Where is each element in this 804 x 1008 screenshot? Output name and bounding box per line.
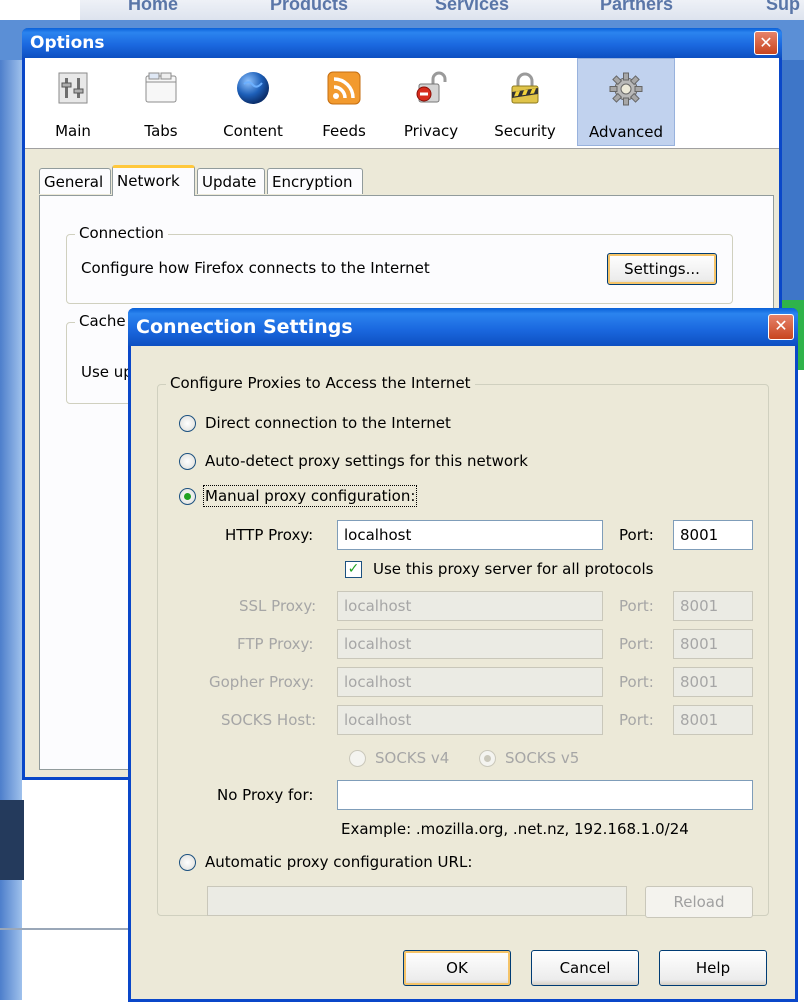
socks-port-input[interactable]: 8001: [673, 705, 753, 735]
connection-legend: Connection: [75, 224, 168, 242]
background-left-dark-block: [0, 800, 24, 880]
auto-config-url-input[interactable]: [207, 886, 627, 916]
toolbar-feeds-label: Feeds: [322, 122, 366, 140]
tab-encryption[interactable]: Encryption: [267, 168, 363, 194]
close-icon: ✕: [774, 316, 788, 335]
options-title: Options: [30, 33, 105, 53]
auto-config-url-radio[interactable]: [179, 854, 196, 871]
bg-nav-home[interactable]: Home: [128, 0, 178, 15]
toolbar-security-label: Security: [494, 122, 556, 140]
auto-detect-label[interactable]: Auto-detect proxy settings for this netw…: [205, 452, 528, 470]
toolbar-main-label: Main: [55, 122, 91, 140]
bg-nav-products[interactable]: Products: [270, 0, 348, 15]
toolbar-security[interactable]: Security: [483, 58, 567, 146]
use-for-all-label[interactable]: Use this proxy server for all protocols: [373, 560, 653, 578]
toolbar-privacy-label: Privacy: [403, 122, 459, 140]
gopher-port-label: Port:: [619, 673, 654, 691]
socks-host-input[interactable]: localhost: [337, 705, 603, 735]
bg-nav-services[interactable]: Services: [435, 0, 509, 15]
gear-icon: [609, 72, 643, 106]
toolbar-content-label: Content: [223, 122, 283, 140]
auto-config-url-label[interactable]: Automatic proxy configuration URL:: [205, 853, 472, 871]
options-titlebar[interactable]: Options ✕: [22, 28, 782, 58]
proxy-group-legend: Configure Proxies to Access the Internet: [166, 374, 475, 392]
ftp-port-label: Port:: [619, 635, 654, 653]
toolbar-tabs-label: Tabs: [144, 122, 178, 140]
toolbar-advanced-label: Advanced: [588, 123, 664, 141]
toolbar-content[interactable]: Content: [211, 58, 295, 146]
manual-proxy-radio[interactable]: [179, 488, 196, 505]
socks-host-label: SOCKS Host:: [221, 711, 317, 729]
no-proxy-input[interactable]: [337, 780, 753, 810]
ok-button[interactable]: OK: [403, 950, 511, 986]
socks-v5-radio[interactable]: [479, 750, 496, 767]
cancel-button[interactable]: Cancel: [531, 950, 639, 986]
tabs-icon: [145, 72, 177, 103]
gopher-port-input[interactable]: 8001: [673, 667, 753, 697]
connection-settings-title: Connection Settings: [136, 316, 353, 338]
options-close-button[interactable]: ✕: [754, 31, 778, 55]
use-for-all-checkbox[interactable]: ✓: [345, 561, 362, 578]
http-proxy-input[interactable]: localhost: [337, 520, 603, 550]
connection-settings-button[interactable]: Settings...: [607, 253, 717, 285]
main-icon: [58, 72, 88, 104]
toolbar-main[interactable]: Main: [35, 58, 111, 146]
connection-groupbox: Connection Configure how Firefox connect…: [66, 224, 733, 304]
auto-detect-radio[interactable]: [179, 453, 196, 470]
socks-v4-label[interactable]: SOCKS v4: [375, 749, 449, 767]
manual-proxy-label[interactable]: Manual proxy configuration:: [202, 485, 418, 507]
toolbar-tabs[interactable]: Tabs: [123, 58, 199, 146]
bg-nav-partners[interactable]: Partners: [600, 0, 673, 15]
http-port-input[interactable]: 8001: [673, 520, 753, 550]
globe-icon: [237, 72, 269, 104]
privacy-lock-icon: [416, 71, 447, 103]
background-nav-bar: Home Products Services Partners Sup: [80, 0, 804, 20]
ssl-port-label: Port:: [619, 597, 654, 615]
ftp-proxy-label: FTP Proxy:: [237, 635, 314, 653]
cache-text: Use up: [81, 363, 133, 381]
options-category-toolbar: Main Tabs Content Feeds Privacy Security…: [25, 58, 779, 149]
socks-v5-label[interactable]: SOCKS v5: [505, 749, 579, 767]
security-padlock-icon: [511, 72, 539, 104]
reload-button[interactable]: Reload: [645, 886, 753, 918]
tab-network[interactable]: Network: [112, 165, 195, 196]
http-proxy-label: HTTP Proxy:: [225, 526, 314, 544]
ftp-proxy-input[interactable]: localhost: [337, 629, 603, 659]
connection-settings-close-button[interactable]: ✕: [768, 314, 794, 340]
ftp-port-input[interactable]: 8001: [673, 629, 753, 659]
toolbar-feeds[interactable]: Feeds: [309, 58, 379, 146]
ssl-port-input[interactable]: 8001: [673, 591, 753, 621]
toolbar-advanced[interactable]: Advanced: [577, 58, 675, 146]
cache-legend: Cache: [75, 312, 130, 330]
no-proxy-example: Example: .mozilla.org, .net.nz, 192.168.…: [341, 820, 689, 838]
socks-v4-radio[interactable]: [349, 750, 366, 767]
gopher-proxy-label: Gopher Proxy:: [209, 673, 315, 691]
ssl-proxy-label: SSL Proxy:: [239, 597, 317, 615]
ssl-proxy-input[interactable]: localhost: [337, 591, 603, 621]
tab-update[interactable]: Update: [197, 168, 265, 194]
bg-nav-support[interactable]: Sup: [766, 0, 800, 15]
direct-connection-label[interactable]: Direct connection to the Internet: [205, 414, 451, 432]
no-proxy-label: No Proxy for:: [217, 786, 314, 804]
connection-settings-body: Configure Proxies to Access the Internet…: [131, 346, 795, 999]
socks-port-label: Port:: [619, 711, 654, 729]
help-button[interactable]: Help: [659, 950, 767, 986]
direct-connection-radio[interactable]: [179, 415, 196, 432]
connection-description: Configure how Firefox connects to the In…: [81, 259, 430, 277]
rss-icon: [327, 71, 361, 105]
toolbar-privacy[interactable]: Privacy: [391, 58, 471, 146]
gopher-proxy-input[interactable]: localhost: [337, 667, 603, 697]
http-port-label: Port:: [619, 526, 654, 544]
connection-settings-dialog: Connection Settings ✕ Configure Proxies …: [128, 308, 798, 1002]
tab-general[interactable]: General: [39, 168, 111, 194]
close-icon: ✕: [759, 33, 773, 52]
connection-settings-titlebar[interactable]: Connection Settings ✕: [128, 308, 798, 346]
background-right-panel: [780, 60, 804, 300]
